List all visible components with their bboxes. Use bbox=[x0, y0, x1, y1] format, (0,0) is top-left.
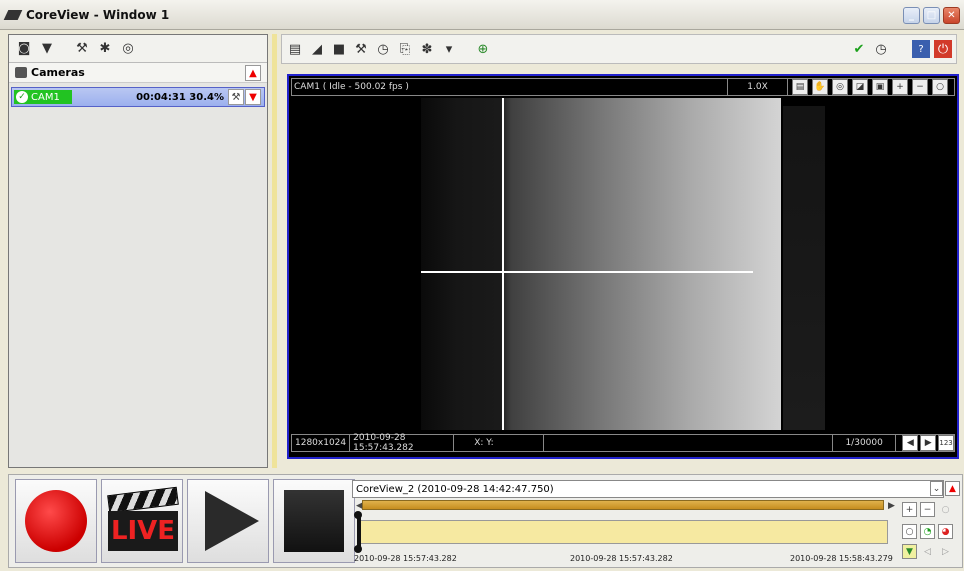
zoom-in-icon[interactable]: + bbox=[892, 79, 908, 95]
minimize-button[interactable]: _ bbox=[903, 7, 920, 24]
camera-toolbar: ◙ ▼ ⚒ ✱ ◎ bbox=[9, 35, 267, 63]
power-icon[interactable]: ⏻ bbox=[934, 40, 952, 58]
viewer-header: CAM1 ( Idle - 500.02 fps ) 1.0X ▤ ✋ ◎ ◪ … bbox=[291, 78, 955, 96]
footer-spacer bbox=[544, 435, 833, 451]
camera-status: 00:04:31 30.4% bbox=[136, 91, 224, 103]
mark-out-icon[interactable]: ◕ bbox=[938, 524, 953, 539]
crosshair-vertical bbox=[502, 98, 504, 430]
step-forward-icon[interactable]: ▷ bbox=[938, 544, 953, 559]
timeline-zoom-out-icon[interactable]: − bbox=[920, 502, 935, 517]
status-clock-icon[interactable]: ◷ bbox=[872, 40, 890, 58]
timeline-zoom-reset-icon[interactable]: ○ bbox=[938, 502, 953, 517]
shutter-readout: 1/30000 bbox=[833, 435, 897, 451]
goto-marker-icon[interactable]: ▼ bbox=[902, 544, 917, 559]
cameras-label: Cameras bbox=[31, 66, 85, 79]
window-title: CoreView - Window 1 bbox=[26, 7, 170, 22]
timestamp-readout: 2010-09-28 15:57:43.282 bbox=[350, 433, 455, 453]
frame-number-button[interactable]: 123 bbox=[938, 435, 955, 451]
live-label: LIVE bbox=[108, 511, 178, 551]
camera-settings-button[interactable]: ⚒ bbox=[228, 89, 244, 105]
record-button[interactable] bbox=[15, 479, 97, 563]
check-icon: ✓ bbox=[16, 91, 28, 103]
timeline-range-bar[interactable] bbox=[362, 500, 884, 510]
refresh-icon[interactable]: ◎ bbox=[832, 79, 848, 95]
clapper-icon[interactable]: ■ bbox=[330, 40, 348, 58]
loop-icon[interactable]: ○ bbox=[902, 524, 917, 539]
cameras-header: Cameras bbox=[9, 63, 267, 83]
session-up-button[interactable]: ▲ bbox=[945, 481, 960, 496]
close-button[interactable]: ✕ bbox=[943, 7, 960, 24]
crosshair-icon[interactable]: ⊕ bbox=[474, 40, 492, 58]
session-value: CoreView_2 (2010-09-28 14:42:47.750) bbox=[356, 483, 554, 495]
timeline-current: 2010-09-28 15:57:43.282 bbox=[570, 554, 673, 563]
stop-icon bbox=[284, 490, 344, 552]
timeline-zoom-in-icon[interactable]: + bbox=[902, 502, 917, 517]
zoom-level: 1.0X bbox=[728, 79, 788, 95]
camera-name-badge: ✓ CAM1 bbox=[14, 90, 72, 104]
pin-tool-icon[interactable]: ▾ bbox=[440, 40, 458, 58]
tools-icon[interactable]: ⚒ bbox=[352, 40, 370, 58]
zoom-out-icon[interactable]: − bbox=[912, 79, 928, 95]
pin-icon[interactable]: ▼ bbox=[38, 40, 56, 58]
zoom-reset-icon[interactable]: ○ bbox=[932, 79, 948, 95]
maximize-button[interactable]: □ bbox=[923, 7, 940, 24]
video-viewer[interactable]: CAM1 ( Idle - 500.02 fps ) 1.0X ▤ ✋ ◎ ◪ … bbox=[287, 74, 959, 459]
timeline-start: 2010-09-28 15:57:43.282 bbox=[354, 554, 457, 563]
live-button[interactable]: LIVE bbox=[101, 479, 183, 563]
crosshair-horizontal bbox=[421, 271, 753, 273]
timeline-track[interactable] bbox=[358, 520, 888, 544]
session-dropdown-icon[interactable]: ⌄ bbox=[930, 481, 943, 496]
export-icon[interactable]: ⎘ bbox=[396, 40, 414, 58]
viewer-title: CAM1 ( Idle - 500.02 fps ) bbox=[292, 79, 728, 95]
clapper-top bbox=[107, 486, 179, 514]
camera-add-icon[interactable]: ◙ bbox=[15, 40, 33, 58]
settings-icon[interactable]: ⚒ bbox=[73, 40, 91, 58]
step-back-icon[interactable]: ◁ bbox=[920, 544, 935, 559]
mark-in-icon[interactable]: ◔ bbox=[920, 524, 935, 539]
page-icon[interactable]: ▤ bbox=[792, 79, 808, 95]
film-icon[interactable]: ▤ bbox=[286, 40, 304, 58]
clock-icon[interactable]: ◷ bbox=[374, 40, 392, 58]
status-ok-icon[interactable]: ✔ bbox=[850, 40, 868, 58]
camera-name: CAM1 bbox=[31, 91, 60, 103]
pan-icon[interactable]: ✋ bbox=[812, 79, 828, 95]
camera-icon bbox=[15, 67, 27, 78]
next-frame-icon[interactable]: ▶ bbox=[920, 435, 937, 451]
crop-icon[interactable]: ▣ bbox=[872, 79, 888, 95]
frame-edge bbox=[783, 106, 825, 430]
main-toolbar: ▤ ◢ ■ ⚒ ◷ ⎘ ✽ ▾ ⊕ ✔ ◷ ? ⏻ bbox=[281, 34, 957, 64]
title-bar: CoreView - Window 1 _ □ ✕ bbox=[0, 0, 964, 30]
process-icon[interactable]: ✽ bbox=[418, 40, 436, 58]
play-icon bbox=[205, 491, 259, 551]
layer-icon[interactable]: ◢ bbox=[308, 40, 326, 58]
app-icon bbox=[3, 9, 23, 20]
camera-star-icon[interactable]: ✱ bbox=[96, 40, 114, 58]
viewer-footer: 1280x1024 2010-09-28 15:57:43.282 X: Y: … bbox=[291, 433, 955, 453]
collapse-up-button[interactable]: ▲ bbox=[245, 65, 261, 81]
camera-list-item[interactable]: ✓ CAM1 00:04:31 30.4% bbox=[11, 87, 265, 107]
help-icon[interactable]: ? bbox=[912, 40, 930, 58]
play-button[interactable] bbox=[187, 479, 269, 563]
playhead-marker[interactable] bbox=[354, 511, 362, 553]
record-icon bbox=[25, 490, 87, 552]
scroll-right-icon[interactable]: ▶ bbox=[884, 498, 899, 513]
session-select[interactable]: CoreView_2 (2010-09-28 14:42:47.750) bbox=[352, 480, 944, 498]
clapperboard-icon: LIVE bbox=[106, 486, 179, 553]
expand-down-button[interactable]: ▼ bbox=[245, 89, 261, 105]
camera-group-icon[interactable]: ◎ bbox=[119, 40, 137, 58]
coords-readout: X: Y: bbox=[454, 435, 544, 451]
camera-panel: ◙ ▼ ⚒ ✱ ◎ Cameras ▲ ✓ CAM1 00:04:31 30.4… bbox=[8, 34, 268, 468]
timeline-end: 2010-09-28 15:58:43.279 bbox=[790, 554, 893, 563]
stop-button[interactable] bbox=[273, 479, 355, 563]
panel-splitter[interactable] bbox=[272, 34, 277, 468]
resolution-readout: 1280x1024 bbox=[292, 435, 351, 451]
prev-frame-icon[interactable]: ◀ bbox=[902, 435, 919, 451]
fit-icon[interactable]: ◪ bbox=[852, 79, 868, 95]
camera-frame bbox=[421, 98, 781, 430]
